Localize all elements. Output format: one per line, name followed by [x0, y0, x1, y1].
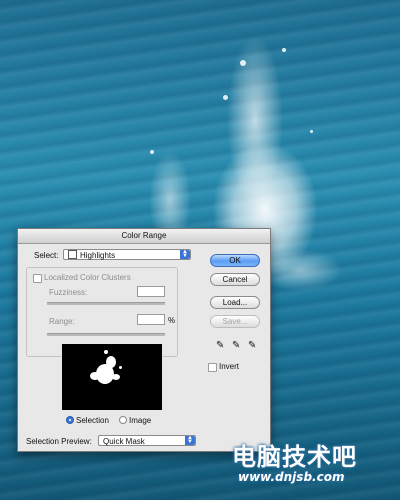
load-button[interactable]: Load...	[210, 296, 260, 309]
range-label: Range:	[49, 317, 75, 326]
fuzziness-slider[interactable]	[47, 302, 165, 305]
selection-preview-value: Quick Mask	[103, 437, 145, 446]
water-droplet	[150, 150, 154, 154]
watermark-url: www.dnjsb.com	[238, 470, 345, 484]
range-unit: %	[168, 316, 176, 325]
invert-label: Invert	[219, 362, 240, 371]
selection-radio[interactable]	[66, 416, 74, 424]
eyedropper-minus-icon[interactable]: ✎	[248, 340, 256, 351]
dropdown-arrows-icon: ▲ ▼	[180, 249, 190, 259]
watermark-chinese-text: 电脑技术吧	[232, 443, 357, 471]
selection-radio-label: Selection	[76, 416, 109, 425]
image-radio-label: Image	[129, 416, 152, 425]
select-label: Select:	[34, 251, 59, 260]
image-radio[interactable]	[119, 416, 127, 424]
color-swatch-icon	[68, 250, 77, 259]
localized-clusters-checkbox[interactable]	[33, 274, 42, 283]
select-dropdown[interactable]: Highlights ▲ ▼	[63, 249, 191, 260]
dialog-title: Color Range	[18, 229, 270, 244]
water-droplet	[310, 130, 313, 133]
site-watermark: 电脑技术吧 www.dnjsb.com	[232, 437, 357, 484]
eyedropper-plus-icon[interactable]: ✎	[232, 340, 240, 351]
selection-preview-image	[62, 344, 162, 410]
range-slider[interactable]	[47, 333, 165, 336]
range-field[interactable]	[137, 314, 165, 325]
color-range-dialog: Color Range Select: Highlights ▲ ▼ Locali…	[17, 228, 271, 452]
invert-checkbox[interactable]	[208, 363, 217, 372]
fuzziness-field[interactable]	[137, 286, 165, 297]
fuzziness-label: Fuzziness:	[49, 288, 88, 297]
water-droplet	[240, 60, 246, 66]
selection-preview-label: Selection Preview:	[26, 437, 92, 446]
dropdown-arrows-icon: ▲ ▼	[185, 435, 195, 445]
cancel-button[interactable]: Cancel	[210, 273, 260, 286]
selection-preview-dropdown[interactable]: Quick Mask ▲ ▼	[98, 435, 196, 446]
select-value: Highlights	[80, 251, 116, 260]
water-droplet	[282, 48, 286, 52]
save-button[interactable]: Save...	[210, 315, 260, 328]
eyedropper-icon[interactable]: ✎	[216, 340, 224, 351]
water-droplet	[223, 95, 228, 100]
localized-clusters-label: Localized Color Clusters	[44, 273, 131, 282]
ok-button[interactable]: OK	[210, 254, 260, 267]
